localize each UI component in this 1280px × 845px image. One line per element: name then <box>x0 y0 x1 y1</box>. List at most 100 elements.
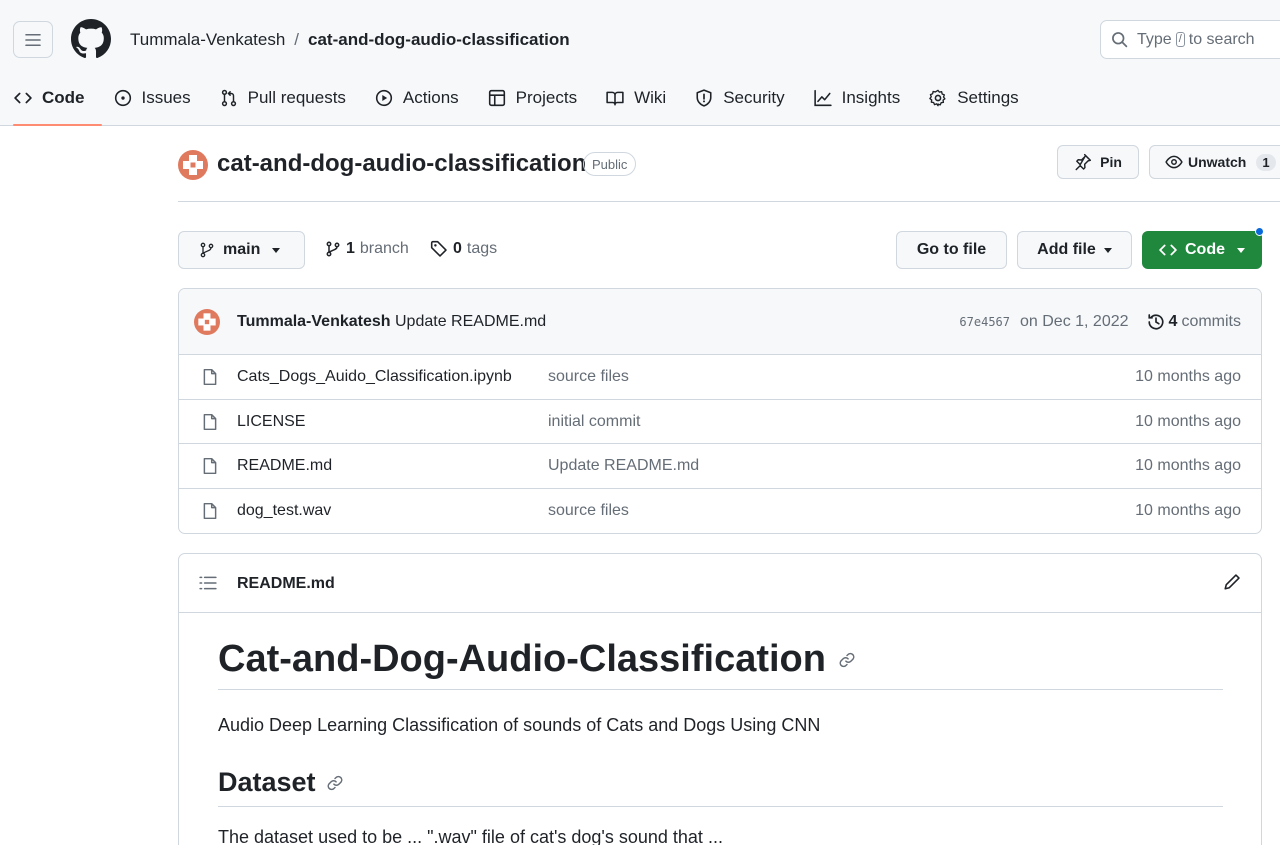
search-icon <box>1112 32 1128 48</box>
branch-count-label: branch <box>359 240 409 257</box>
unwatch-label: Unwatch <box>1188 154 1247 170</box>
chevron-down-icon <box>1103 247 1112 253</box>
breadcrumb-repo-link[interactable]: cat-and-dog-audio-classification <box>308 30 570 50</box>
chevron-down-icon <box>272 247 281 253</box>
breadcrumb: Tummala-Venkatesh / cat-and-dog-audio-cl… <box>130 30 570 50</box>
tag-count: 0 <box>453 240 462 257</box>
global-header: Tummala-Venkatesh / cat-and-dog-audio-cl… <box>0 0 1280 126</box>
readme-subheading: Dataset <box>218 767 1223 807</box>
issue-icon <box>114 89 131 107</box>
readme-subheading-text: Dataset <box>218 767 316 797</box>
readme-heading-text: Cat-and-Dog-Audio-Classification <box>218 638 826 680</box>
pin-icon <box>1075 153 1092 171</box>
branch-count: 1 <box>346 240 355 257</box>
tag-icon <box>430 240 447 257</box>
branch-name: main <box>223 241 261 258</box>
file-name-link[interactable]: dog_test.wav <box>237 502 331 520</box>
file-icon <box>203 502 217 519</box>
file-commit-link[interactable]: source files <box>548 368 629 386</box>
file-name-link[interactable]: README.md <box>237 457 332 475</box>
commit-message-link[interactable]: Update README.md <box>395 313 546 330</box>
table-row: LICENSE initial commit 10 months ago <box>179 400 1261 444</box>
tab-insights[interactable]: Insights <box>800 80 915 116</box>
table-icon <box>488 89 505 107</box>
file-commit-link[interactable]: Update README.md <box>548 457 699 475</box>
tags-link[interactable]: 0 tags <box>430 240 497 258</box>
file-name-link[interactable]: LICENSE <box>237 413 305 431</box>
book-icon <box>606 91 624 106</box>
notification-dot <box>1255 227 1264 236</box>
tab-actions[interactable]: Actions <box>361 80 473 116</box>
commit-meta: 67e4567 on Dec 1, 2022 4 commits <box>959 313 1241 331</box>
commits-history-link[interactable]: 4 commits <box>1147 313 1241 331</box>
history-icon <box>1147 314 1164 330</box>
file-commit-link[interactable]: source files <box>548 502 629 520</box>
code-dropdown-button[interactable]: Code <box>1142 231 1262 269</box>
repo-title[interactable]: cat-and-dog-audio-classification <box>217 150 586 178</box>
owner-avatar[interactable] <box>178 150 208 180</box>
visibility-badge: Public <box>583 152 637 176</box>
tab-label: Pull requests <box>247 88 346 107</box>
pull-request-icon <box>221 89 236 107</box>
unwatch-button[interactable]: Unwatch 1 <box>1149 145 1280 179</box>
code-button-label: Code <box>1185 241 1225 258</box>
table-row: Cats_Dogs_Auido_Classification.ipynb sou… <box>179 355 1261 400</box>
shield-icon <box>696 89 712 107</box>
pin-button[interactable]: Pin <box>1057 145 1139 179</box>
tab-label: Code <box>42 88 85 107</box>
go-to-file-button[interactable]: Go to file <box>896 231 1007 269</box>
readme-panel: README.md Cat-and-Dog-Audio-Classificati… <box>178 553 1262 845</box>
file-icon <box>203 413 217 430</box>
tab-label: Settings <box>957 88 1019 107</box>
breadcrumb-separator: / <box>294 30 300 49</box>
add-file-label: Add file <box>1037 241 1096 258</box>
add-file-button[interactable]: Add file <box>1017 231 1132 269</box>
file-icon <box>203 368 217 386</box>
tab-code[interactable]: Code <box>0 80 99 116</box>
tab-security[interactable]: Security <box>681 80 798 116</box>
list-icon[interactable] <box>199 574 217 592</box>
readme-filename[interactable]: README.md <box>237 575 335 593</box>
tab-label: Security <box>723 88 785 107</box>
table-row: README.md Update README.md 10 months ago <box>179 444 1261 489</box>
file-commit-link[interactable]: initial commit <box>548 413 640 431</box>
tab-wiki[interactable]: Wiki <box>592 80 680 116</box>
github-logo-icon[interactable] <box>71 19 111 59</box>
commit-date: on Dec 1, 2022 <box>1020 313 1129 330</box>
tab-projects[interactable]: Projects <box>474 80 591 116</box>
branches-link[interactable]: 1 branch <box>325 240 409 258</box>
active-tab-underline <box>13 124 102 126</box>
play-icon <box>375 89 393 107</box>
avatar[interactable] <box>194 309 220 335</box>
graph-icon <box>813 89 832 107</box>
file-age: 10 months ago <box>1135 501 1241 519</box>
tab-pull-requests[interactable]: Pull requests <box>206 80 360 116</box>
code-icon <box>1159 244 1177 256</box>
hamburger-menu-button[interactable] <box>13 21 53 58</box>
tab-issues[interactable]: Issues <box>100 80 205 116</box>
pencil-icon[interactable] <box>1223 573 1241 591</box>
readme-content: Cat-and-Dog-Audio-Classification Audio D… <box>218 614 1223 845</box>
title-divider <box>178 201 1280 202</box>
file-age: 10 months ago <box>1135 457 1241 474</box>
file-age: 10 months ago <box>1135 412 1241 430</box>
tab-label: Insights <box>841 88 901 107</box>
readme-intro: Audio Deep Learning Classification of so… <box>218 715 821 735</box>
commit-count-label: commits <box>1181 313 1241 330</box>
tab-label: Wiki <box>634 88 667 107</box>
tab-label: Projects <box>515 88 578 107</box>
tab-settings[interactable]: Settings <box>915 80 1032 116</box>
commit-sha-link[interactable]: 67e4567 <box>959 315 1010 329</box>
search-input[interactable]: Type / to search <box>1100 20 1280 59</box>
link-icon[interactable] <box>326 774 344 792</box>
search-placeholder-prefix: Type <box>1137 30 1172 48</box>
file-age: 10 months ago <box>1135 368 1241 385</box>
commit-message: Tummala-Venkatesh Update README.md <box>237 313 546 331</box>
table-row: dog_test.wav source files 10 months ago <box>179 489 1261 534</box>
link-icon[interactable] <box>838 651 856 669</box>
breadcrumb-owner-link[interactable]: Tummala-Venkatesh <box>130 30 285 50</box>
branch-selector[interactable]: main <box>178 231 305 269</box>
commit-author-link[interactable]: Tummala-Venkatesh <box>237 313 391 330</box>
file-name-link[interactable]: Cats_Dogs_Auido_Classification.ipynb <box>237 368 512 386</box>
latest-commit-bar: Tummala-Venkatesh Update README.md 67e45… <box>179 289 1261 355</box>
